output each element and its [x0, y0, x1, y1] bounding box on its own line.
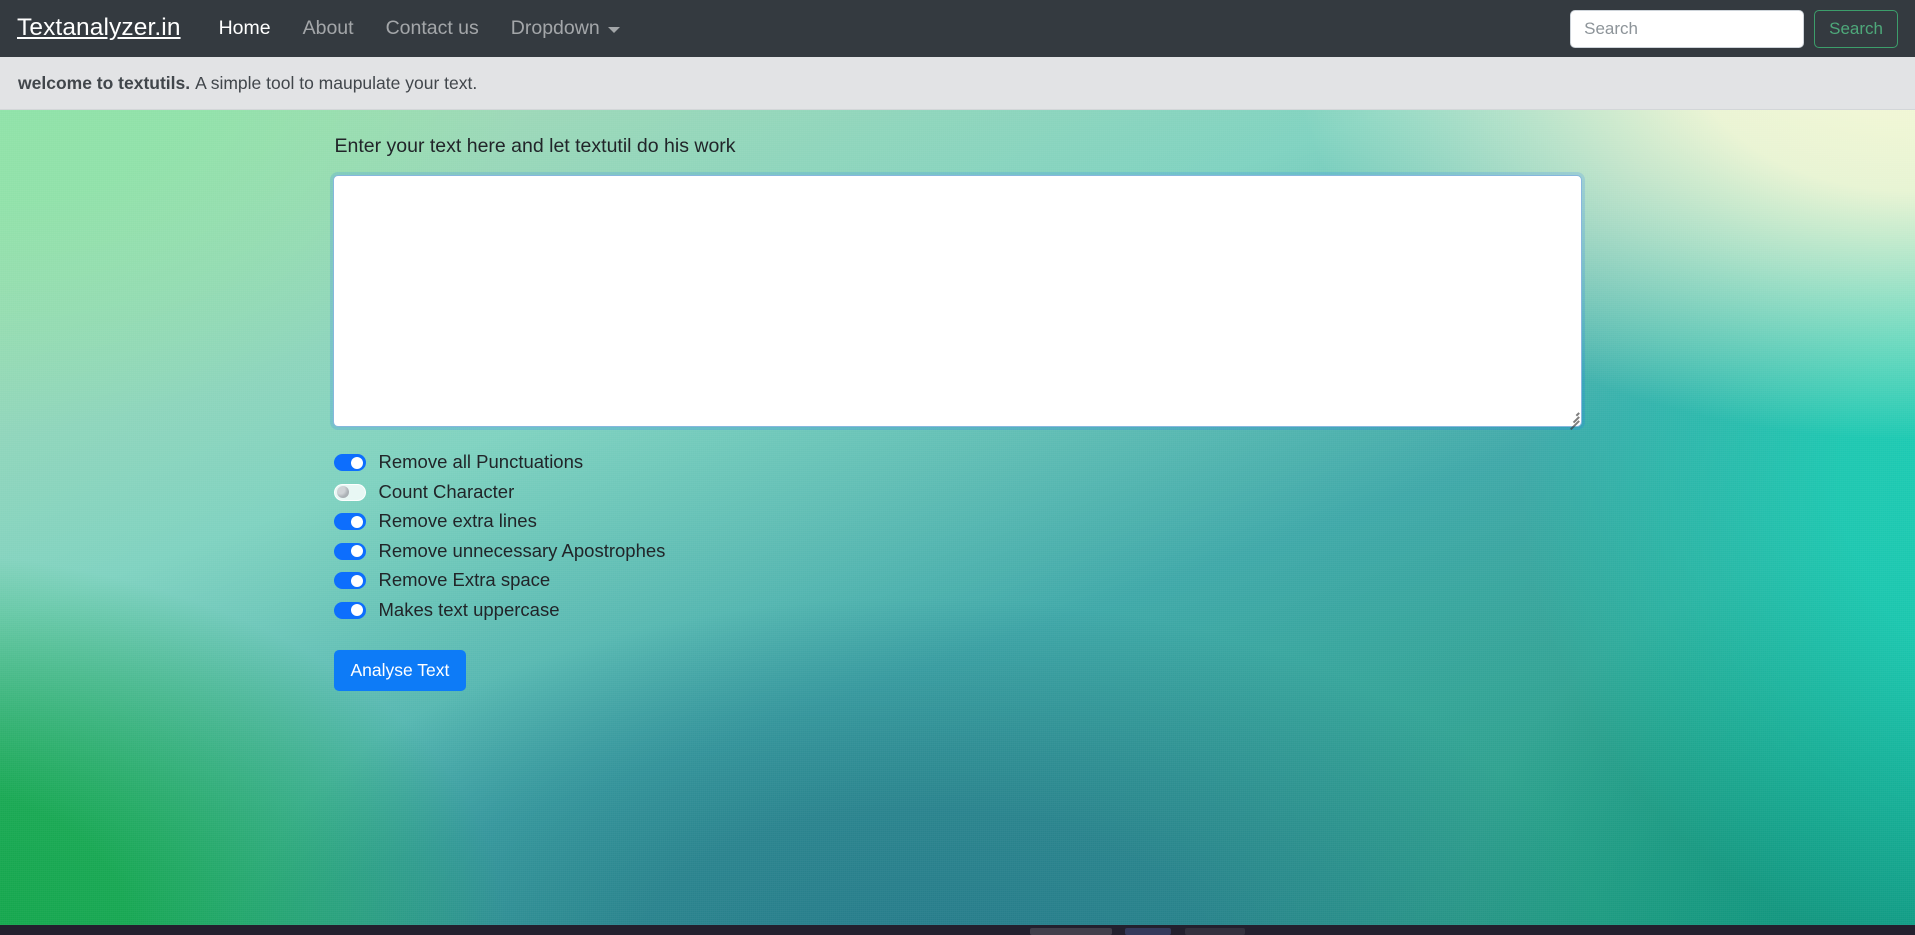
- switch-row-count-character: Count Character: [333, 479, 1583, 506]
- textarea-wrapper: [332, 175, 1582, 430]
- switch-row-remove-all-punctuations: Remove all Punctuations: [333, 449, 1583, 476]
- toggle-knob: [350, 604, 363, 616]
- search-input[interactable]: [1570, 9, 1805, 48]
- switch-label-remove-all-punctuations: Remove all Punctuations: [378, 451, 584, 473]
- taskbar-item[interactable]: [1030, 928, 1112, 935]
- nav-item-about: About: [287, 11, 370, 46]
- alert-text: A simple tool to maupulate your text.: [195, 72, 478, 93]
- nav-link-about[interactable]: About: [287, 11, 370, 46]
- nav-links: Home About Contact us Dropdown: [203, 11, 636, 46]
- page-title: Enter your text here and let textutil do…: [334, 135, 736, 157]
- nav-link-dropdown-label: Dropdown: [510, 16, 600, 39]
- switch-row-makes-text-uppercase: Makes text uppercase: [333, 597, 1583, 624]
- options-switch-list: Remove all Punctuations Count Character …: [333, 449, 1583, 624]
- chevron-down-icon: [607, 26, 620, 33]
- toggle-knob: [336, 486, 349, 498]
- brand-logo[interactable]: Textanalyzer.in: [17, 16, 181, 41]
- toggle-count-character[interactable]: [333, 483, 366, 501]
- toggle-remove-extra-lines[interactable]: [333, 513, 366, 530]
- analyse-text-button[interactable]: Analyse Text: [333, 650, 467, 691]
- toggle-makes-text-uppercase[interactable]: [333, 601, 366, 619]
- page-background: Textanalyzer.in Home About Contact us Dr…: [0, 0, 1915, 925]
- os-taskbar[interactable]: [0, 925, 1915, 935]
- taskbar-item[interactable]: [1185, 928, 1245, 935]
- switch-label-remove-extra-lines: Remove extra lines: [378, 510, 537, 532]
- search-button[interactable]: Search: [1814, 9, 1898, 48]
- welcome-alert: welcome to textutils. A simple tool to m…: [0, 57, 1915, 110]
- switch-label-makes-text-uppercase: Makes text uppercase: [378, 598, 560, 620]
- nav-item-dropdown: Dropdown: [495, 11, 636, 46]
- nav-link-dropdown[interactable]: Dropdown: [495, 11, 636, 46]
- toggle-knob: [350, 574, 363, 587]
- navbar: Textanalyzer.in Home About Contact us Dr…: [0, 0, 1915, 57]
- nav-item-contact-us: Contact us: [370, 11, 495, 46]
- nav-item-home: Home: [203, 11, 287, 46]
- main-container: Enter your text here and let textutil do…: [332, 110, 1583, 691]
- nav-link-contact-us[interactable]: Contact us: [370, 11, 495, 46]
- toggle-knob: [350, 456, 363, 469]
- nav-link-home[interactable]: Home: [203, 11, 287, 46]
- text-input-textarea[interactable]: [332, 175, 1582, 427]
- toggle-remove-unnecessary-apostrophes[interactable]: [333, 542, 366, 560]
- switch-label-count-character: Count Character: [378, 480, 515, 502]
- taskbar-item[interactable]: [1125, 928, 1171, 935]
- toggle-knob: [350, 545, 363, 557]
- switch-label-remove-unnecessary-apostrophes: Remove unnecessary Apostrophes: [378, 539, 666, 561]
- switch-row-remove-extra-space: Remove Extra space: [333, 567, 1583, 594]
- toggle-knob: [350, 515, 363, 528]
- toggle-remove-all-punctuations[interactable]: [333, 454, 366, 471]
- switch-row-remove-unnecessary-apostrophes: Remove unnecessary Apostrophes: [333, 538, 1583, 565]
- alert-strong-text: welcome to textutils.: [18, 72, 191, 93]
- switch-row-remove-extra-lines: Remove extra lines: [333, 508, 1583, 535]
- switch-label-remove-extra-space: Remove Extra space: [378, 569, 551, 591]
- search-form: Search: [1570, 9, 1898, 48]
- toggle-remove-extra-space[interactable]: [333, 572, 366, 589]
